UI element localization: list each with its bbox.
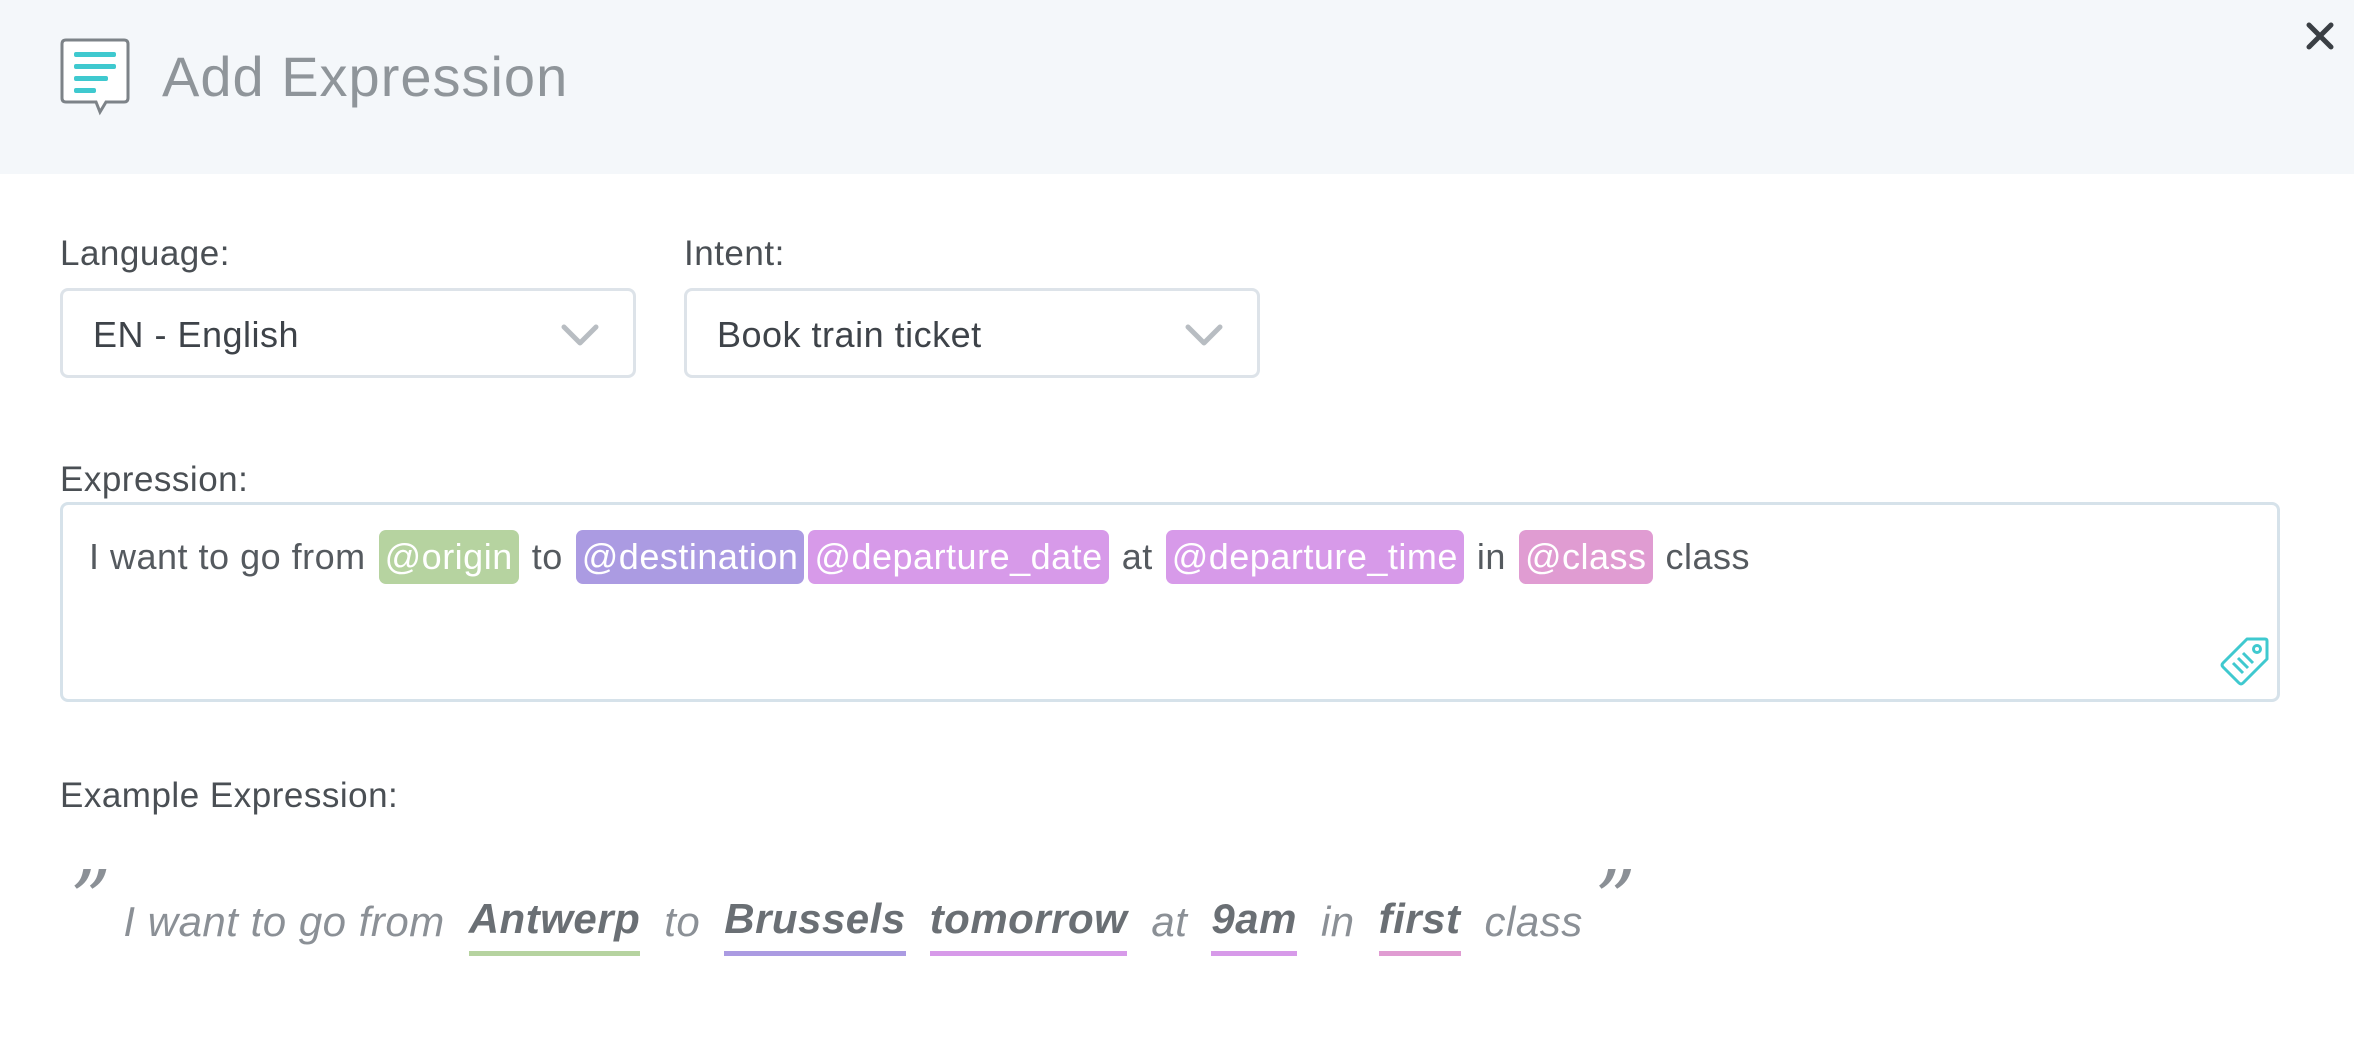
expression-input[interactable]: I want to go from @origin to @destination @d… (60, 502, 2280, 702)
chevron-down-icon (561, 324, 599, 346)
intent-label: Intent: (684, 234, 785, 273)
example-expression: ” I want to go from Antwerp to Brussels tomo… (70, 860, 1636, 956)
speech-document-icon (60, 38, 130, 116)
example-entity-value: 9am (1211, 895, 1297, 956)
entity-tag[interactable]: @departure_date (808, 530, 1109, 584)
close-quote: ” (1594, 853, 1637, 946)
chevron-down-icon (1185, 324, 1223, 346)
expression-word: at (1121, 536, 1153, 577)
entity-tag[interactable]: @departure_time (1165, 530, 1464, 584)
example-entity-value: first (1378, 895, 1461, 956)
entity-tag[interactable]: @destination (575, 530, 805, 584)
example-word: at (1151, 898, 1188, 945)
close-icon[interactable] (2302, 18, 2338, 54)
example-word: class (1484, 898, 1583, 945)
language-select-value: EN - English (93, 314, 300, 355)
entity-tag[interactable]: @class (1518, 530, 1653, 584)
example-word: in (1320, 898, 1355, 945)
example-word: to (664, 898, 701, 945)
example-entity-value: Brussels (724, 895, 906, 956)
intent-select-value: Book train ticket (717, 314, 982, 355)
example-tokens: I want to go from Antwerp to Brussels tomorr… (111, 895, 1594, 956)
expression-word: to (531, 536, 563, 577)
entity-tag[interactable]: @origin (378, 530, 519, 584)
example-entity-value: tomorrow (929, 895, 1128, 956)
dialog-title: Add Expression (162, 45, 569, 108)
language-label: Language: (60, 234, 230, 273)
expression-text: I want to go from @origin to @destination @d… (87, 529, 1761, 585)
expression-word: class (1665, 536, 1751, 577)
example-entity-value: Antwerp (468, 895, 641, 956)
expression-word: I want to go from (89, 536, 366, 577)
dialog-header: Add Expression (0, 0, 2354, 174)
language-select[interactable]: EN - English (60, 288, 636, 378)
intent-select[interactable]: Book train ticket (684, 288, 1260, 378)
expression-label: Expression: (60, 460, 249, 499)
example-word: I want to go from (123, 898, 445, 945)
example-label: Example Expression: (60, 776, 399, 815)
expression-word: in (1476, 536, 1506, 577)
tag-icon[interactable] (2219, 635, 2271, 687)
open-quote: ” (70, 853, 112, 946)
